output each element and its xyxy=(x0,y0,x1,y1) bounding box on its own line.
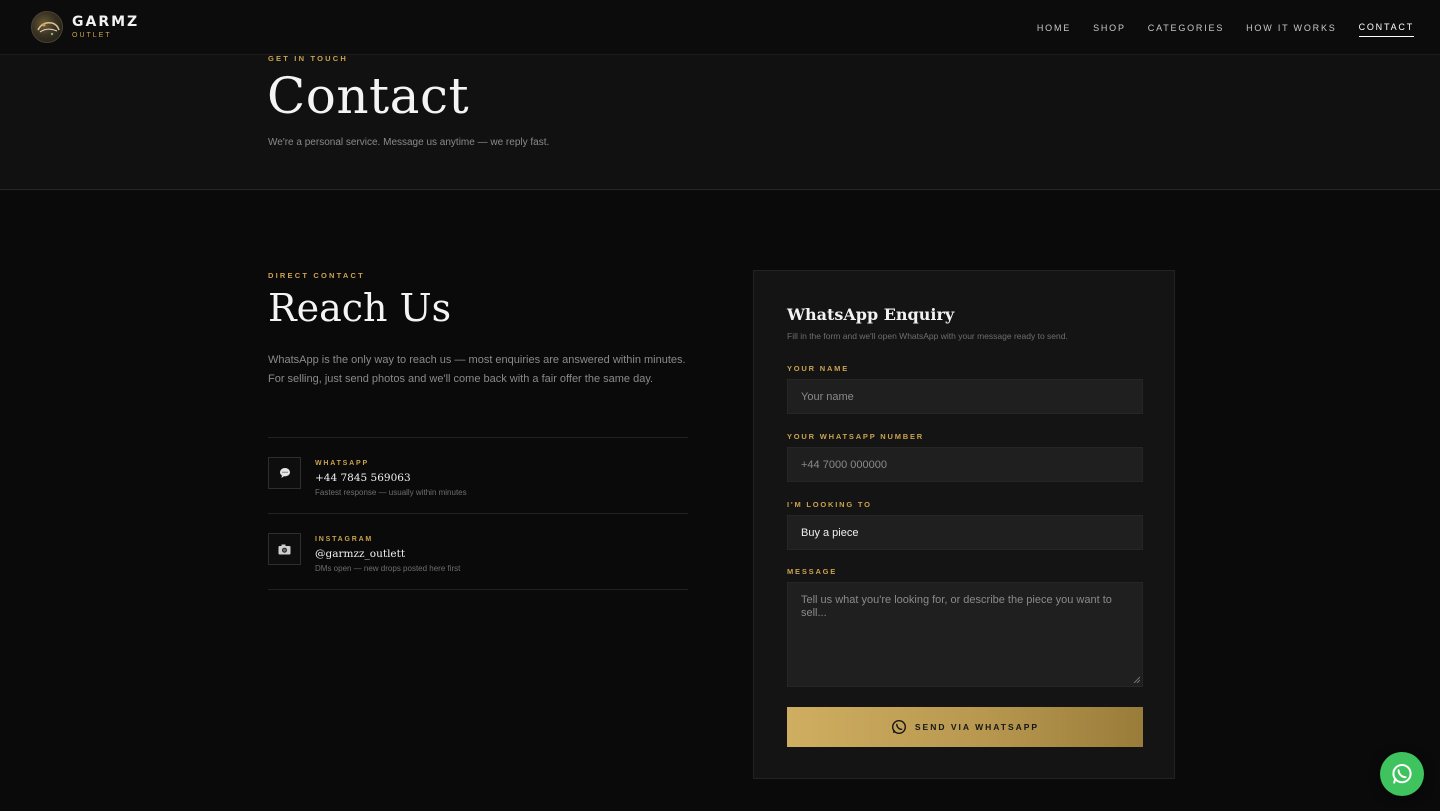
brand-name: GARMZ xyxy=(72,13,140,30)
contact-item-whatsapp[interactable]: WHATSAPP +44 7845 569063 Fastest respons… xyxy=(268,457,688,517)
top-nav: GARMZ OUTLET HOME SHOP CATEGORIES HOW IT… xyxy=(0,0,1440,55)
form-title: WhatsApp Enquiry xyxy=(787,305,955,324)
whatsapp-number-input[interactable] xyxy=(787,447,1143,482)
nav-how-it-works[interactable]: HOW IT WORKS xyxy=(1246,19,1336,37)
camera-icon xyxy=(268,533,301,565)
logo-emblem-icon xyxy=(31,11,63,43)
intent-selected-value: Buy a piece xyxy=(801,526,859,539)
hero-eyebrow: GET IN TOUCH xyxy=(268,54,349,63)
intent-label: I'M LOOKING TO xyxy=(787,500,872,509)
divider xyxy=(268,589,688,590)
form-subtitle: Fill in the form and we'll open WhatsApp… xyxy=(787,331,1068,341)
whatsapp-number[interactable]: +44 7845 569063 xyxy=(315,472,411,484)
nav-categories[interactable]: CATEGORIES xyxy=(1148,19,1224,37)
whatsapp-enquiry-form: WhatsApp Enquiry Fill in the form and we… xyxy=(753,270,1175,779)
whatsapp-icon xyxy=(891,719,906,735)
phone-label: YOUR WHATSAPP NUMBER xyxy=(787,432,924,441)
whatsapp-label: WHATSAPP xyxy=(315,460,369,467)
message-textarea[interactable] xyxy=(787,582,1143,687)
page-title: Contact xyxy=(267,67,470,125)
brand-logo[interactable]: GARMZ OUTLET xyxy=(31,11,139,43)
direct-contact-eyebrow: DIRECT CONTACT xyxy=(268,271,365,280)
name-input[interactable] xyxy=(787,379,1143,414)
whatsapp-note: Fastest response — usually within minute… xyxy=(315,488,467,497)
nav-shop[interactable]: SHOP xyxy=(1093,19,1126,37)
reach-us-title: Reach Us xyxy=(268,286,452,330)
resize-handle-icon[interactable] xyxy=(1133,676,1140,683)
instagram-note: DMs open — new drops posted here first xyxy=(315,564,461,573)
floating-whatsapp-button[interactable] xyxy=(1380,752,1424,796)
send-via-whatsapp-button[interactable]: SEND VIA WHATSAPP xyxy=(787,707,1143,747)
contact-item-instagram[interactable]: INSTAGRAM @garmzz_outlett DMs open — new… xyxy=(268,533,688,593)
divider xyxy=(268,513,688,514)
brand-tagline: OUTLET xyxy=(72,31,112,39)
instagram-handle[interactable]: @garmzz_outlett xyxy=(315,548,405,560)
name-label: YOUR NAME xyxy=(787,364,850,373)
whatsapp-icon xyxy=(1392,764,1412,784)
instagram-label: INSTAGRAM xyxy=(315,536,374,543)
hero-subtitle: We're a personal service. Message us any… xyxy=(268,137,550,148)
reach-us-body: WhatsApp is the only way to reach us — m… xyxy=(268,354,686,385)
nav-contact[interactable]: CONTACT xyxy=(1358,18,1414,37)
divider xyxy=(268,437,688,438)
hero-section: GET IN TOUCH Contact We're a personal se… xyxy=(0,54,1440,190)
speech-bubble-icon xyxy=(268,457,301,489)
nav-home[interactable]: HOME xyxy=(1037,19,1071,37)
nav-links: HOME SHOP CATEGORIES HOW IT WORKS CONTAC… xyxy=(1015,0,1414,55)
message-label: MESSAGE xyxy=(787,567,838,576)
send-button-label: SEND VIA WHATSAPP xyxy=(914,722,1040,732)
intent-select[interactable]: Buy a piece xyxy=(787,515,1143,550)
